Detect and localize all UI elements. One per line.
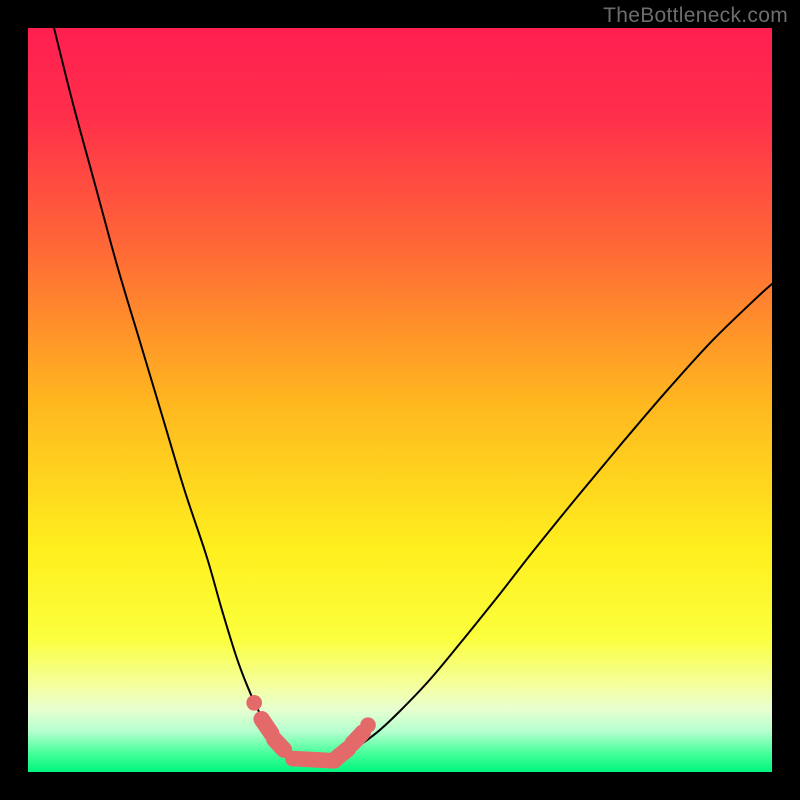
marker-left-seg-a xyxy=(262,719,272,733)
chart-stage: TheBottleneck.com xyxy=(0,0,800,800)
marker-left-dot-hi xyxy=(246,695,262,711)
marker-left-seg-b xyxy=(274,739,284,749)
bottleneck-chart xyxy=(0,0,800,800)
marker-right-seg-b xyxy=(352,733,362,744)
marker-right-dot-hi xyxy=(360,717,376,733)
marker-floor-seg xyxy=(293,759,335,761)
marker-right-seg-a xyxy=(337,749,348,758)
watermark-text: TheBottleneck.com xyxy=(603,4,788,28)
plot-background xyxy=(28,28,772,772)
